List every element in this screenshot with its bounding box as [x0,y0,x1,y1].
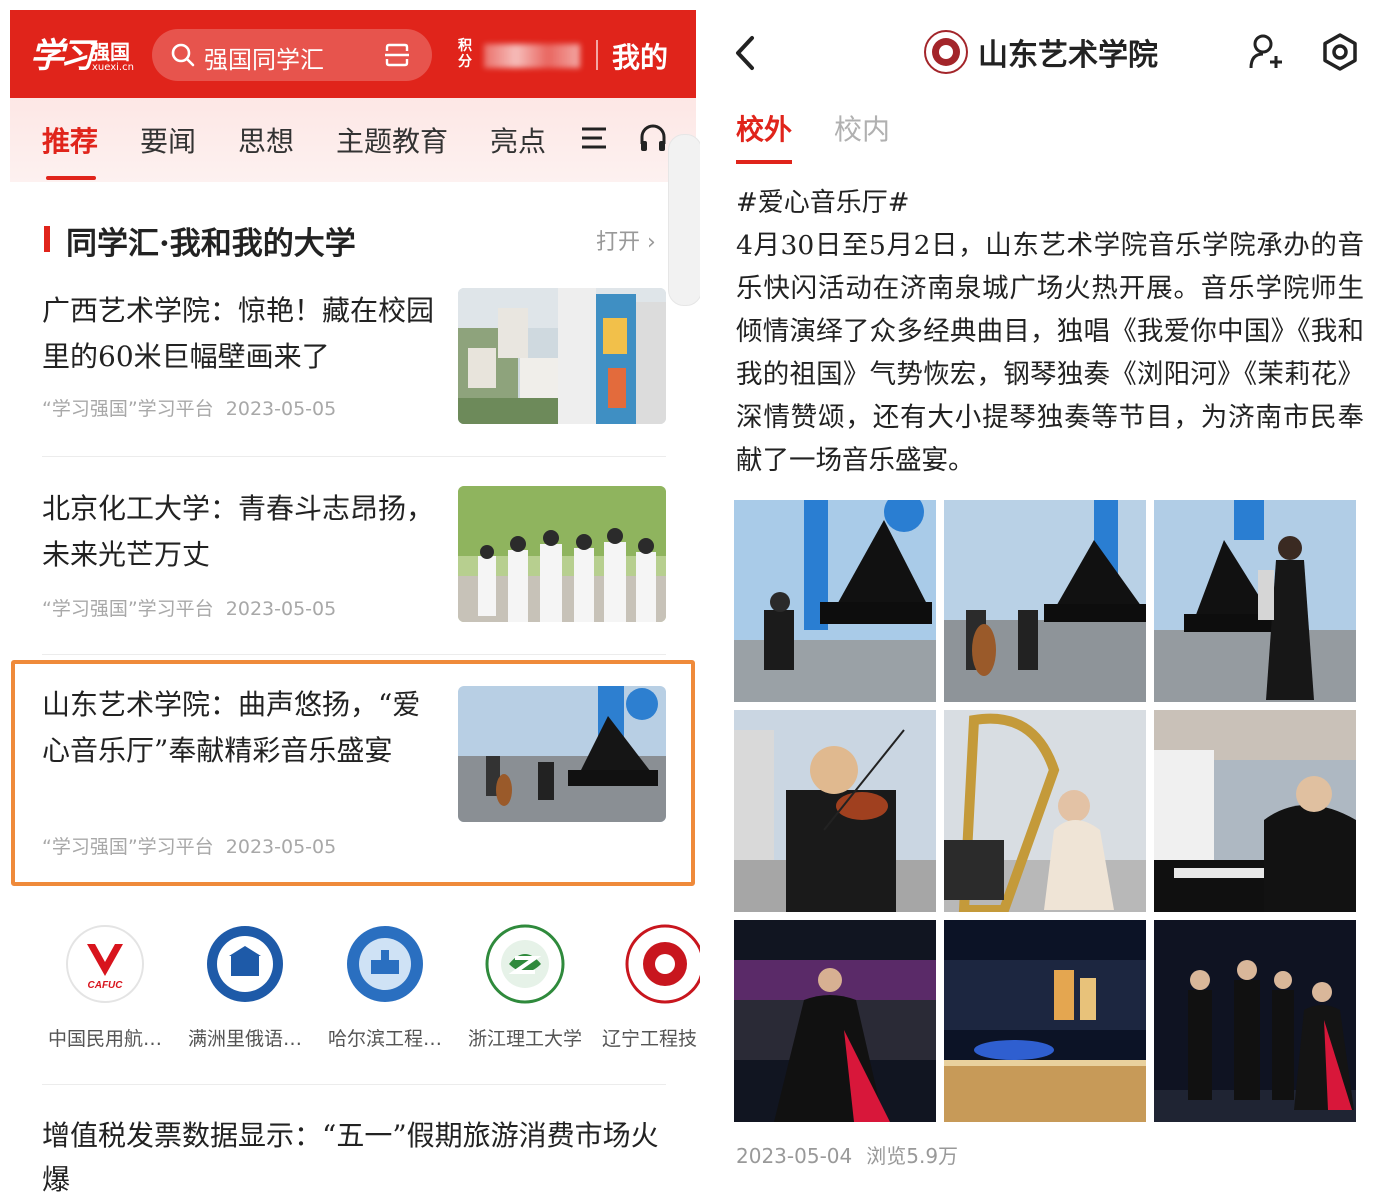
post-body: 4月30日至5月2日，山东艺术学院音乐学院承办的音乐快闪活动在济南泉城广场火热开… [736,230,1364,476]
university-badge-icon [347,926,423,1002]
article-thumbnail [458,288,666,424]
article-thumbnail [458,486,666,622]
article-title: 广西艺术学院：惊艳！藏在校园里的60米巨幅壁画来了 [42,294,435,373]
university-item[interactable]: 满洲里俄语… [180,920,310,1050]
tab-off-campus[interactable]: 校外 [736,108,792,148]
university-name: 满洲里俄语… [187,1028,302,1050]
university-badge-icon [625,924,700,1004]
search-placeholder: 强国同学汇 [204,46,324,74]
post-meta: 2023-05-04 浏览5.9万 [736,1140,972,1169]
photo-thumbnail[interactable] [944,920,1146,1122]
photo-thumbnail[interactable] [734,710,936,912]
article-date: 2023-05-05 [225,598,337,620]
article-thumbnail [458,686,666,822]
section-title: 同学汇·我和我的大学 [66,226,356,262]
article-source: “学习强国”学习平台 [42,598,214,620]
left-app-panel: 学习 强国 xuexi.cn 强国同学汇 积分 我的 推荐 要闻 思想 主题教育… [0,0,700,1200]
university-name: 浙江理工大学 [467,1028,582,1050]
photo-thumbnail[interactable] [734,500,936,702]
headphones-icon[interactable] [638,122,668,154]
tab-recommend[interactable]: 推荐 [42,120,98,160]
active-tab-indicator [46,176,96,180]
tab-theme-education[interactable]: 主题教育 [336,120,448,160]
university-item[interactable]: CAFUC 中国民用航… [40,920,170,1050]
university-name: 中国民用航… [47,1028,162,1050]
active-tab-indicator [736,160,792,164]
university-badge-icon [207,926,283,1002]
university-badge-icon: CAFUC [66,925,144,1003]
article-meta: “学习强国”学习平台 2023-05-05 [42,594,336,621]
points-value-blurred [484,44,580,68]
photo-thumbnail[interactable] [944,710,1146,912]
mine-button[interactable]: 我的 [612,36,668,76]
section-open-link[interactable]: 打开 › [596,224,656,256]
search-bar[interactable]: 强国同学汇 [152,29,432,81]
right-app-panel: 山东艺术学院 校外 校内 #爱心音乐厅# 4月30日至5月2日，山东艺术学院音乐… [702,0,1400,1200]
photo-thumbnail[interactable] [1154,920,1356,1122]
tab-thought[interactable]: 思想 [238,120,294,160]
article-title: 山东艺术学院：曲声悠扬，“爱心音乐厅”奉献精彩音乐盛宴 [42,688,421,767]
article-title: 北京化工大学：青春斗志昂扬，未来光芒万丈 [42,492,435,571]
settings-icon[interactable] [1320,32,1360,72]
university-carousel: CAFUC 中国民用航… 满洲里俄语… 哈尔滨工程… 浙江理工大学 辽宁工程技 [0,920,700,1050]
photo-thumbnail[interactable] [1154,500,1356,702]
article-date: 2023-05-05 [225,836,337,858]
article-item[interactable]: 北京化工大学：青春斗志昂扬，未来光芒万丈 “学习强国”学习平台 2023-05-… [42,486,666,636]
section-accent-bar [44,226,50,252]
article-meta: “学习强国”学习平台 2023-05-05 [42,394,336,421]
post-views: 浏览5.9万 [866,1144,959,1168]
search-icon [171,43,195,67]
divider [42,1084,666,1085]
post-hashtag[interactable]: #爱心音乐厅# [736,182,910,219]
university-item[interactable]: 哈尔滨工程… [320,920,450,1050]
follow-user-icon[interactable] [1246,32,1286,72]
article-item[interactable]: 广西艺术学院：惊艳！藏在校园里的60米巨幅壁画来了 “学习强国”学习平台 202… [42,288,666,438]
university-badge-icon [485,924,565,1004]
institution-logo-icon [924,30,968,74]
page-title: 山东艺术学院 [978,38,1158,73]
floating-side-handle[interactable] [668,134,700,306]
back-arrow-icon[interactable] [732,34,758,72]
points-label[interactable]: 积分 [458,38,478,70]
article-item[interactable]: 山东艺术学院：曲声悠扬，“爱心音乐厅”奉献精彩音乐盛宴 “学习强国”学习平台 2… [42,682,666,862]
university-item[interactable]: 辽宁工程技 [600,920,700,1050]
divider [42,456,666,457]
photo-thumbnail[interactable] [734,920,936,1122]
svg-text:CAFUC: CAFUC [88,980,124,991]
post-date: 2023-05-04 [736,1144,853,1168]
tab-highlights[interactable]: 亮点 [490,120,546,160]
menu-icon[interactable] [580,124,608,152]
article-source: “学习强国”学习平台 [42,398,214,420]
photo-thumbnail[interactable] [944,500,1146,702]
divider [42,654,666,655]
article-date: 2023-05-05 [225,398,337,420]
article-meta: “学习强国”学习平台 2023-05-05 [42,832,336,859]
channel-tabs: 推荐 要闻 思想 主题教育 亮点 [10,98,696,182]
scan-icon[interactable] [384,43,410,67]
university-name: 辽宁工程技 [602,1028,698,1050]
university-item[interactable]: 浙江理工大学 [460,920,590,1050]
header-divider [596,40,598,70]
article-source: “学习强国”学习平台 [42,836,214,858]
photo-thumbnail[interactable] [1154,710,1356,912]
tab-on-campus[interactable]: 校内 [834,108,890,148]
app-logo[interactable]: 学习 强国 xuexi.cn [30,28,140,78]
university-name: 哈尔滨工程… [327,1028,442,1050]
app-header: 学习 强国 xuexi.cn 强国同学汇 积分 我的 [10,10,696,98]
tab-news[interactable]: 要闻 [140,120,196,160]
article-title[interactable]: 增值税发票数据显示：“五一”假期旅游消费市场火爆 [42,1114,666,1200]
